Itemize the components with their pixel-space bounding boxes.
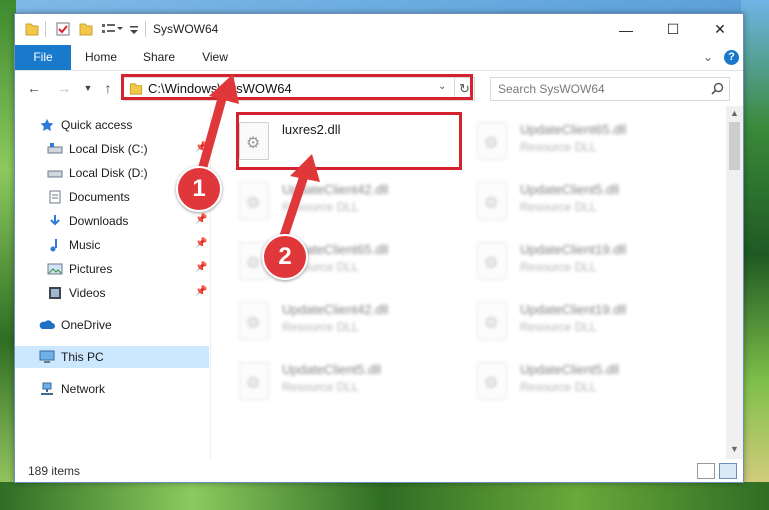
folder-icon xyxy=(25,23,39,36)
videos-icon xyxy=(49,287,61,299)
item-count: 189 items xyxy=(28,464,81,478)
documents-icon xyxy=(49,190,61,204)
sidebar-item-downloads[interactable]: Downloads 📌 xyxy=(15,210,209,232)
tab-share[interactable]: Share xyxy=(137,45,181,70)
up-arrow-icon[interactable]: ↑ xyxy=(99,79,117,97)
dll-file-icon: ⚙ xyxy=(239,362,269,400)
window-title: SysWOW64 xyxy=(153,22,219,36)
tab-file[interactable]: File xyxy=(15,45,71,70)
search-input[interactable]: Search SysWOW64 xyxy=(490,77,730,101)
expand-ribbon-icon[interactable]: ⌄ xyxy=(701,45,715,70)
gear-icon: ⚙ xyxy=(484,135,499,152)
new-folder-icon[interactable] xyxy=(79,21,93,37)
scroll-down-icon[interactable]: ▼ xyxy=(726,444,743,458)
gear-icon: ⚙ xyxy=(484,255,499,272)
gear-icon: ⚙ xyxy=(246,255,261,272)
dll-file-icon: ⚙ xyxy=(477,362,507,400)
customize-toolbar-icon[interactable] xyxy=(101,21,123,37)
pin-icon[interactable]: 📌 xyxy=(195,286,207,297)
dll-file-icon: ⚙ xyxy=(477,302,507,340)
pin-icon[interactable]: 📌 xyxy=(195,262,207,273)
drive-icon xyxy=(47,170,63,178)
sidebar-item-music[interactable]: Music 📌 xyxy=(15,234,209,256)
sidebar-item-onedrive[interactable]: OneDrive xyxy=(15,314,209,336)
music-icon xyxy=(50,239,57,252)
forward-arrow-icon[interactable]: → xyxy=(55,79,73,97)
close-button[interactable]: ✕ xyxy=(697,14,743,45)
scroll-thumb[interactable] xyxy=(729,122,740,170)
quick-access-dropdown-icon[interactable] xyxy=(129,21,139,37)
file-tile[interactable]: ⚙ UpdateClient5.dll Resource DLL xyxy=(211,354,441,406)
scroll-up-icon[interactable]: ▲ xyxy=(726,108,743,122)
pin-icon[interactable]: 📌 xyxy=(195,214,207,225)
gear-icon: ⚙ xyxy=(246,315,261,332)
step-badge-2: 2 xyxy=(262,234,308,280)
network-icon xyxy=(41,382,53,395)
gear-icon: ⚙ xyxy=(484,375,499,392)
drive-icon xyxy=(47,143,63,154)
separator xyxy=(145,21,146,37)
details-view-icon[interactable] xyxy=(697,463,715,479)
sidebar-item-network[interactable]: Network xyxy=(15,378,209,400)
back-arrow-icon[interactable]: ← xyxy=(25,79,43,97)
search-placeholder: Search SysWOW64 xyxy=(498,82,605,96)
computer-icon xyxy=(39,350,55,363)
tab-home[interactable]: Home xyxy=(79,45,123,70)
wallpaper-bottom xyxy=(0,482,769,510)
gear-icon: ⚙ xyxy=(484,195,499,212)
title-bar: SysWOW64 — ☐ ✕ xyxy=(15,14,743,45)
status-bar: 189 items xyxy=(15,459,743,482)
separator xyxy=(45,21,46,37)
file-tile[interactable]: ⚙ UpdateClient42.dll Resource DLL xyxy=(211,294,441,346)
file-tile[interactable]: ⚙ UpdateClient19.dll Resource DLL xyxy=(449,294,679,346)
dll-file-icon: ⚙ xyxy=(477,242,507,280)
sidebar-item-pictures[interactable]: Pictures 📌 xyxy=(15,258,209,280)
sidebar-item-this-pc[interactable]: This PC xyxy=(15,346,209,368)
cloud-icon xyxy=(39,320,55,329)
file-tile[interactable]: ⚙ UpdateClient5.dll Resource DLL xyxy=(449,174,679,226)
pin-icon[interactable]: 📌 xyxy=(195,238,207,249)
dll-file-icon: ⚙ xyxy=(477,182,507,220)
dll-file-icon: ⚙ xyxy=(477,122,507,160)
recent-locations-icon[interactable]: ▼ xyxy=(79,79,97,97)
maximize-button[interactable]: ☐ xyxy=(650,14,696,45)
dll-file-icon: ⚙ xyxy=(239,302,269,340)
star-icon xyxy=(40,118,54,131)
wallpaper-right xyxy=(741,0,769,510)
tab-view[interactable]: View xyxy=(193,45,237,70)
gear-icon: ⚙ xyxy=(246,375,261,392)
minimize-button[interactable]: — xyxy=(603,14,649,45)
large-icons-view-icon[interactable] xyxy=(719,463,737,479)
highlight-address-bar xyxy=(121,74,473,100)
help-icon[interactable]: ? xyxy=(724,50,739,65)
search-icon xyxy=(711,82,724,95)
file-tile[interactable]: ⚙ UpdateClient65.dll Resource DLL xyxy=(449,114,679,166)
download-icon xyxy=(50,215,60,226)
pictures-icon xyxy=(47,263,63,275)
vertical-scrollbar[interactable]: ▲ ▼ xyxy=(726,106,743,459)
file-tile[interactable]: ⚙ UpdateClient19.dll Resource DLL xyxy=(449,234,679,286)
address-row: ← → ▼ ↑ C:\Windows\SysWOW64 ⌄ ↻ Search S… xyxy=(15,71,743,105)
sidebar-item-videos[interactable]: Videos 📌 xyxy=(15,282,209,304)
properties-icon[interactable] xyxy=(55,21,71,37)
ribbon: File Home Share View ⌄ ? xyxy=(15,45,743,71)
file-explorer-window: SysWOW64 — ☐ ✕ File Home Share View ⌄ ? … xyxy=(14,13,744,483)
file-tile[interactable]: ⚙ UpdateClient5.dll Resource DLL xyxy=(449,354,679,406)
step-badge-1: 1 xyxy=(176,166,222,212)
gear-icon: ⚙ xyxy=(484,315,499,332)
